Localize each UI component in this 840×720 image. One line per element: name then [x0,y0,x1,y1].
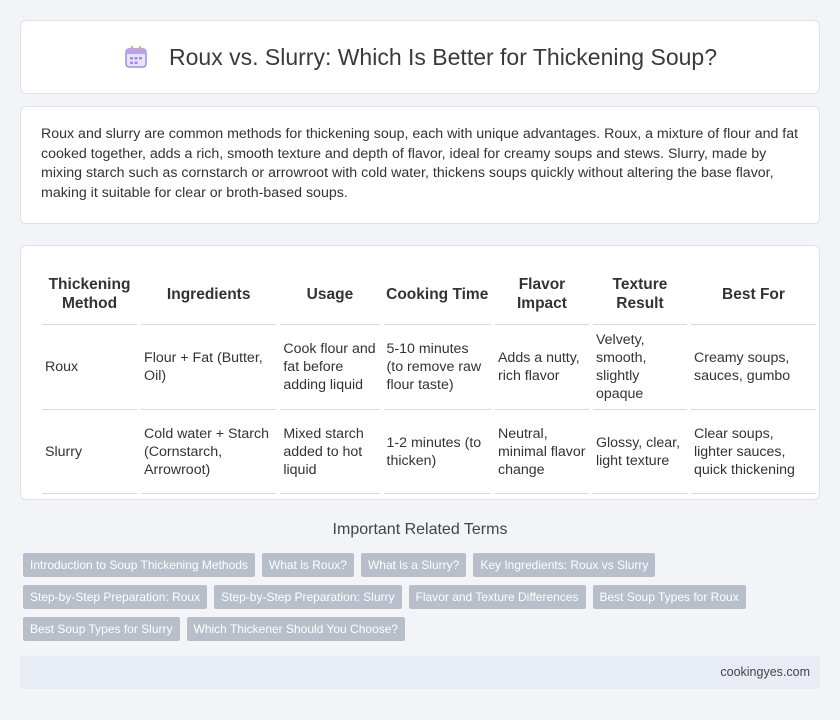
table-header-row: Thickening Method Ingredients Usage Cook… [42,262,816,325]
table-cell: Adds a nutty, rich flavor [494,325,589,410]
related-term-tag[interactable]: Flavor and Texture Differences [408,585,586,609]
related-term-tag[interactable]: Best Soup Types for Roux [592,585,746,609]
related-term-tag[interactable]: What is Roux? [261,553,354,577]
table-row: Roux Flour + Fat (Butter, Oil) Cook flou… [42,325,816,410]
related-term-tag[interactable]: Step-by-Step Preparation: Slurry [214,585,402,609]
site-name[interactable]: cookingyes.com [720,665,810,679]
table-cell: 1-2 minutes (to thicken) [383,410,491,494]
related-term-tag[interactable]: Key Ingredients: Roux vs Slurry [473,553,656,577]
table-cell: Flour + Fat (Butter, Oil) [141,325,277,410]
comparison-table: Thickening Method Ingredients Usage Cook… [38,262,820,494]
table-cell: Clear soups, lighter sauces, quick thick… [690,410,816,494]
footer: cookingyes.com [20,656,820,689]
column-header: Usage [280,262,380,325]
table-cell: Creamy soups, sauces, gumbo [690,325,816,410]
column-header: Cooking Time [383,262,491,325]
table-cell: Slurry [42,410,138,494]
related-term-tag[interactable]: Introduction to Soup Thickening Methods [23,553,255,577]
related-term-tag[interactable]: Best Soup Types for Slurry [23,617,180,641]
column-header: Flavor Impact [494,262,589,325]
table-cell: Glossy, clear, light texture [592,410,687,494]
table-cell: Roux [42,325,138,410]
page-title: Roux vs. Slurry: Which Is Better for Thi… [169,43,717,70]
column-header: Texture Result [592,262,687,325]
related-term-tag[interactable]: Step-by-Step Preparation: Roux [23,585,208,609]
tag-row: Introduction to Soup Thickening Methods … [23,553,823,577]
intro-paragraph: Roux and slurry are common methods for t… [41,126,799,201]
column-header: Best For [690,262,816,325]
related-term-tag[interactable]: Which Thickener Should You Choose? [186,617,406,641]
table-cell: Cold water + Starch (Cornstarch, Arrowro… [141,410,277,494]
tag-row: Best Soup Types for Slurry Which Thicken… [23,617,823,641]
tag-row: Step-by-Step Preparation: Roux Step-by-S… [23,585,823,609]
column-header: Ingredients [141,262,277,325]
table-cell: Neutral, minimal flavor change [494,410,589,494]
table-cell: Cook flour and fat before adding liquid [280,325,380,410]
comparison-table-card: Thickening Method Ingredients Usage Cook… [20,245,820,500]
related-terms-heading: Important Related Terms [332,521,508,538]
column-header: Thickening Method [42,262,138,325]
table-cell: 5-10 minutes (to remove raw flour taste) [383,325,491,410]
table-cell: Velvety, smooth, slightly opaque [592,325,687,410]
calendar-icon [125,46,147,68]
table-row: Slurry Cold water + Starch (Cornstarch, … [42,410,816,494]
table-cell: Mixed starch added to hot liquid [280,410,380,494]
intro-card: Roux and slurry are common methods for t… [20,106,820,224]
title-card: Roux vs. Slurry: Which Is Better for Thi… [20,20,820,94]
related-term-tag[interactable]: What is a Slurry? [360,553,467,577]
title-wrap: Roux vs. Slurry: Which Is Better for Thi… [123,44,717,71]
related-terms-tags: Introduction to Soup Thickening Methods … [23,553,823,649]
